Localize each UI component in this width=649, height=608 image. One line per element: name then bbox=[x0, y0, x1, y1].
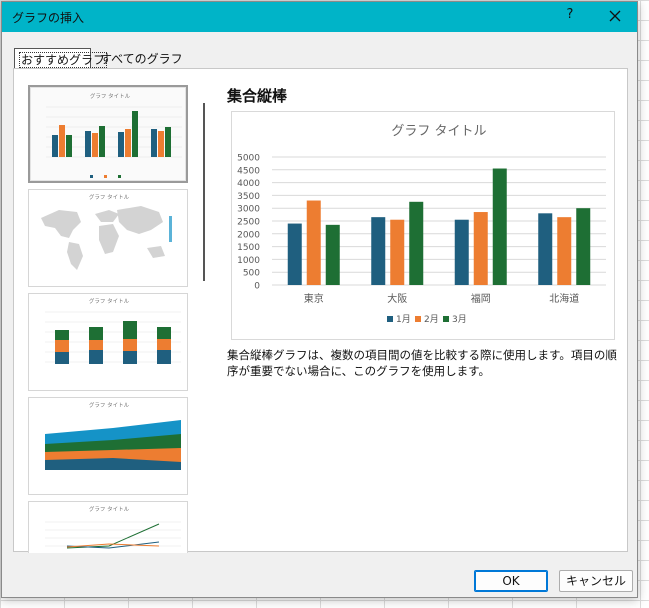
scrollbar-thumb[interactable] bbox=[203, 103, 205, 281]
map-color-scale bbox=[169, 216, 172, 242]
thumbnail-bars bbox=[52, 111, 171, 157]
chart-description: 集合縦棒グラフは、複数の項目間の値を比較する際に使用します。項目の順序が重要でな… bbox=[227, 348, 617, 378]
legend-label: 3月 bbox=[452, 314, 467, 325]
y-tick-label: 3000 bbox=[237, 205, 260, 215]
chart-detail-panel: 集合縦棒 グラフ タイトル 5000 4500 4000 3500 3000 2500 200… bbox=[227, 85, 627, 553]
bar-福岡-2月 bbox=[473, 212, 488, 285]
bar-北海道-2月 bbox=[557, 217, 572, 285]
bar-北海道-3月 bbox=[576, 208, 591, 285]
dialog-title: グラフの挿入 bbox=[12, 11, 85, 25]
bar-大阪-3月 bbox=[409, 201, 424, 285]
x-tick-label: 北海道 bbox=[549, 292, 579, 305]
y-tick-label: 2500 bbox=[237, 218, 260, 228]
y-tick-label: 4000 bbox=[237, 179, 260, 189]
tab-recommended-label: おすすめグラフ bbox=[19, 52, 108, 68]
thumbnail-stacked-column[interactable]: グラフ タイトル bbox=[28, 293, 188, 391]
close-icon[interactable] bbox=[605, 6, 625, 26]
tab-content-pane: グラフ タイトル グラフ タイトル グラフ タイトル グラフ タイトル グラフ … bbox=[13, 68, 628, 553]
cancel-button[interactable]: キャンセル bbox=[559, 570, 633, 592]
thumbnail-title: グラフ タイトル bbox=[89, 193, 130, 201]
world-map-shape bbox=[41, 206, 165, 270]
help-button[interactable]: ? bbox=[562, 7, 578, 25]
y-tick-label: 4500 bbox=[237, 166, 260, 176]
x-tick-label: 東京 bbox=[304, 292, 324, 305]
chart-preview: グラフ タイトル 5000 4500 4000 3500 3000 2500 2000 1500… bbox=[231, 111, 615, 340]
thumbnail-lines bbox=[66, 523, 160, 549]
x-tick-label: 福岡 bbox=[471, 292, 491, 305]
thumbnail-title: グラフ タイトル bbox=[89, 297, 130, 305]
ok-button[interactable]: OK bbox=[474, 570, 548, 592]
y-tick-label: 2000 bbox=[237, 230, 260, 240]
legend-label: 1月 bbox=[396, 314, 411, 325]
thumbnail-stacked-area[interactable]: グラフ タイトル bbox=[28, 397, 188, 495]
legend-swatch bbox=[415, 316, 421, 322]
thumbnail-title: グラフ タイトル bbox=[89, 505, 130, 513]
x-tick-label: 大阪 bbox=[387, 292, 407, 305]
y-tick-label: 3500 bbox=[237, 192, 260, 202]
thumbnail-clustered-column[interactable]: グラフ タイトル bbox=[28, 85, 188, 183]
thumbnail-line[interactable]: グラフ タイトル bbox=[28, 501, 188, 553]
bar-東京-1月 bbox=[287, 223, 302, 285]
bar-大阪-1月 bbox=[371, 217, 386, 285]
tab-all-charts[interactable]: すべてのグラフ bbox=[96, 48, 183, 68]
thumbnail-clustered-column-preview: グラフ タイトル bbox=[46, 92, 182, 178]
chart-thumbnail-list[interactable]: グラフ タイトル グラフ タイトル グラフ タイトル グラフ タイトル グラフ … bbox=[26, 85, 202, 553]
chart-preview-svg: グラフ タイトル50004500400035003000250020001500… bbox=[237, 124, 606, 325]
thumbnail-stacked-area-preview: グラフ タイトル bbox=[45, 401, 181, 470]
y-tick-label: 1500 bbox=[237, 243, 260, 253]
chart-title: グラフ タイトル bbox=[391, 124, 486, 139]
legend-label: 2月 bbox=[424, 314, 439, 325]
thumbnail-title: グラフ タイトル bbox=[90, 92, 131, 100]
thumbnail-areas bbox=[45, 420, 181, 470]
bar-福岡-3月 bbox=[492, 168, 507, 285]
legend-swatch bbox=[443, 316, 449, 322]
y-tick-label: 500 bbox=[243, 269, 260, 279]
y-tick-label: 0 bbox=[254, 282, 260, 292]
insert-chart-dialog: グラフの挿入 ? おすすめグラフ すべてのグラフ グラフ タイトル グラフ タイ… bbox=[1, 1, 638, 598]
thumbnail-stacks bbox=[55, 321, 171, 364]
y-tick-label: 5000 bbox=[237, 154, 260, 164]
thumbnail-stacked-column-preview: グラフ タイトル bbox=[45, 297, 181, 364]
y-tick-label: 1000 bbox=[237, 256, 260, 266]
thumbnail-map[interactable]: グラフ タイトル bbox=[28, 189, 188, 287]
thumbnail-title: グラフ タイトル bbox=[89, 401, 130, 409]
thumbnail-line-preview: グラフ タイトル bbox=[45, 505, 181, 549]
thumbnail-map-preview: グラフ タイトル bbox=[41, 193, 172, 270]
tab-all-label: すべてのグラフ bbox=[100, 52, 183, 66]
tab-recommended-charts[interactable]: おすすめグラフ bbox=[14, 48, 108, 68]
bar-大阪-2月 bbox=[390, 219, 405, 285]
chart-type-heading: 集合縦棒 bbox=[227, 87, 288, 105]
bar-福岡-1月 bbox=[454, 219, 469, 285]
legend-swatch bbox=[387, 316, 393, 322]
bar-北海道-1月 bbox=[538, 213, 553, 285]
bar-東京-2月 bbox=[306, 200, 321, 285]
dialog-titlebar: グラフの挿入 ? bbox=[2, 2, 637, 32]
thumbnail-scrollbar[interactable] bbox=[201, 85, 207, 553]
bar-東京-3月 bbox=[325, 224, 340, 285]
